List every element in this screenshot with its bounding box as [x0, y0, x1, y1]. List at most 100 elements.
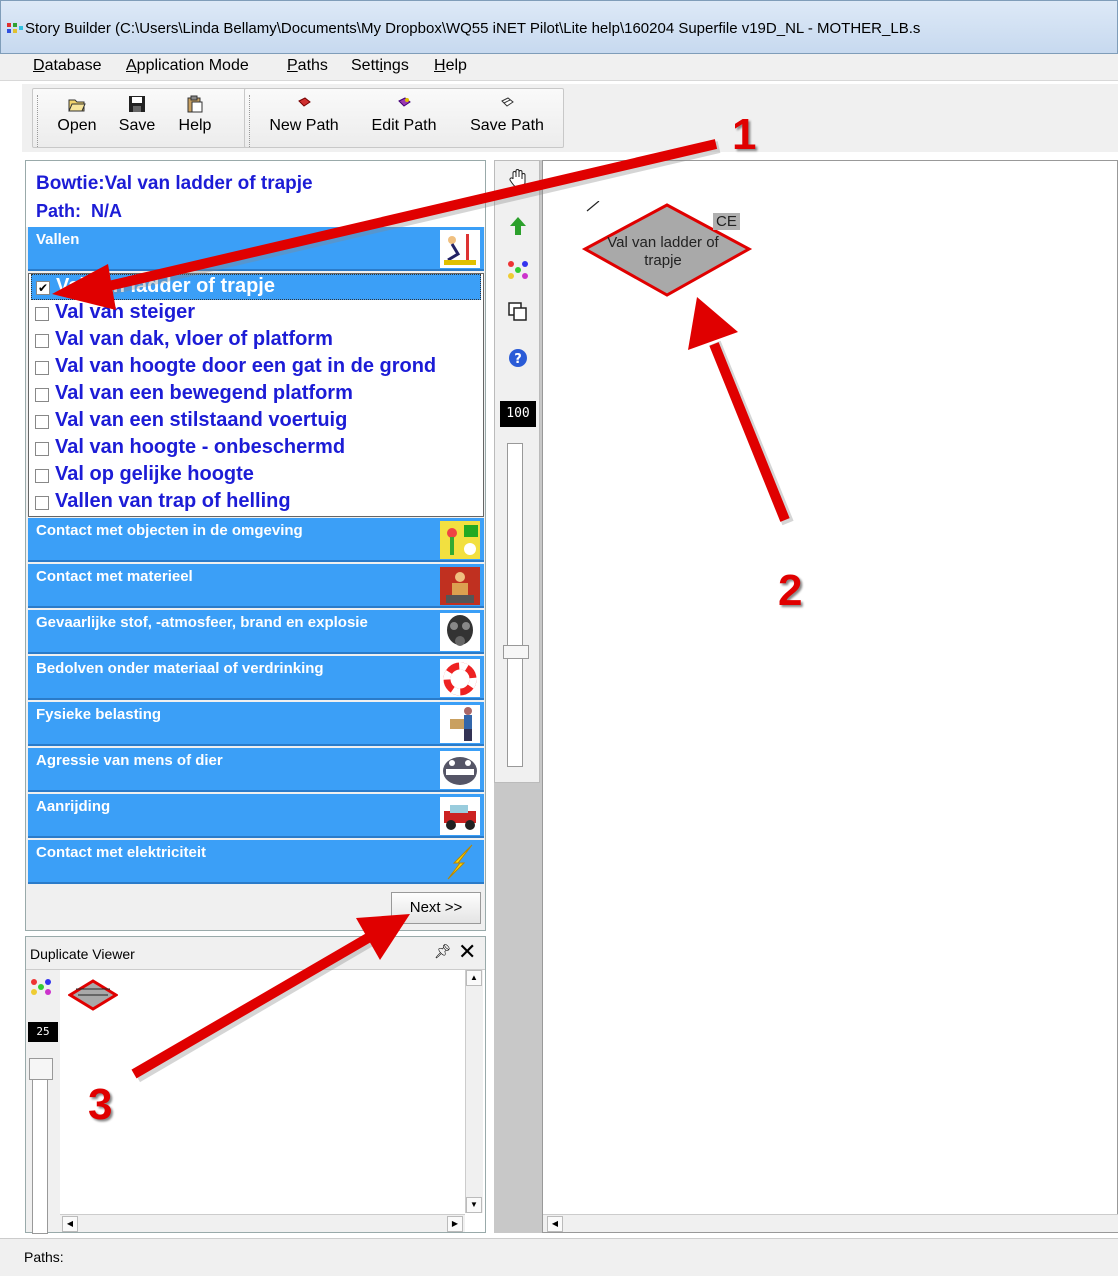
menu-settings[interactable]: Settings	[351, 57, 409, 75]
toolbar-grip[interactable]	[249, 95, 252, 147]
list-item-label: Val van ladder of trapje	[56, 275, 275, 297]
scroll-up-icon[interactable]: ▲	[466, 970, 482, 986]
list-item-label: Val van steiger	[55, 301, 196, 323]
category-elektriciteit[interactable]: Contact met elektriciteit	[28, 840, 484, 884]
list-item[interactable]: Val van een stilstaand voertuig	[31, 409, 481, 435]
path-value: N/A	[91, 201, 123, 221]
copy-icon[interactable]	[507, 301, 529, 323]
edit-path-button[interactable]: Edit Path	[359, 95, 449, 145]
duplicate-viewer-toolbar: 25	[26, 970, 60, 1234]
objects-icon	[440, 521, 480, 559]
status-bar: Paths:	[0, 1238, 1118, 1276]
list-item-label: Val op gelijke hoogte	[55, 463, 254, 485]
open-button[interactable]: Open	[53, 95, 101, 145]
zoom-slider[interactable]	[507, 443, 523, 767]
list-item[interactable]: Val op gelijke hoogte	[31, 463, 481, 489]
toolbar-grip[interactable]	[37, 95, 40, 147]
callout-number: 2	[778, 566, 803, 615]
network-icon[interactable]	[30, 978, 52, 996]
category-label: Bedolven onder materiaal of verdrinking	[36, 660, 324, 677]
node-label: Val van ladder of trapje	[607, 234, 719, 269]
zoom-slider[interactable]	[32, 1062, 48, 1234]
list-item[interactable]: Val van hoogte - onbeschermd	[31, 436, 481, 462]
book-red-icon	[298, 97, 311, 107]
checkbox[interactable]	[35, 361, 49, 375]
category-vallen[interactable]: Vallen	[28, 227, 484, 271]
list-item[interactable]: Val van hoogte door een gat in de grond	[31, 355, 481, 381]
list-item-label: Val van hoogte door een gat in de grond	[55, 355, 437, 377]
checkbox[interactable]	[35, 307, 49, 321]
pin-icon[interactable]: 📌︎	[434, 943, 452, 960]
menu-application-mode[interactable]: Application Mode	[126, 57, 249, 75]
save-path-label: Save Path	[470, 117, 544, 134]
next-label: Next >>	[409, 899, 463, 916]
menu-database[interactable]: Database	[33, 57, 102, 75]
scroll-left-icon[interactable]: ◀	[547, 1216, 563, 1232]
next-button[interactable]: Next >>	[391, 892, 481, 924]
duplicate-viewer-header: Duplicate Viewer 📌︎ ✕	[26, 937, 485, 970]
lightning-icon	[440, 843, 480, 881]
checkbox[interactable]	[35, 442, 49, 456]
list-item[interactable]: Val van een bewegend platform	[31, 382, 481, 408]
menu-help[interactable]: Help	[434, 57, 467, 75]
close-icon[interactable]: ✕	[458, 939, 476, 965]
horizontal-scrollbar[interactable]: ◀	[543, 1214, 1118, 1232]
lifebuoy-icon	[440, 659, 480, 697]
scroll-down-icon[interactable]: ▼	[466, 1197, 482, 1213]
list-item[interactable]: Val van steiger	[31, 301, 481, 327]
zoom-slider-thumb[interactable]	[503, 645, 529, 659]
checkbox-checked[interactable]: ✔	[36, 281, 50, 295]
list-item[interactable]: Vallen van trap of helling	[31, 490, 481, 516]
duplicate-thumbnail[interactable]	[68, 979, 118, 1011]
zoom-slider-thumb[interactable]	[29, 1058, 53, 1080]
category-gevaarlijke-stof[interactable]: Gevaarlijke stof, -atmosfeer, brand en e…	[28, 610, 484, 654]
checkbox[interactable]	[35, 388, 49, 402]
floppy-disk-icon	[129, 96, 145, 112]
category-aanrijding[interactable]: Aanrijding	[28, 794, 484, 838]
scroll-right-icon[interactable]: ▶	[447, 1216, 463, 1232]
new-path-button[interactable]: New Path	[259, 95, 349, 145]
gas-mask-icon	[440, 613, 480, 651]
category-agressie[interactable]: Agressie van mens of dier	[28, 748, 484, 792]
list-item-label: Vallen van trap of helling	[55, 490, 291, 512]
category-fysieke-belasting[interactable]: Fysieke belasting	[28, 702, 484, 746]
callout-number: 3	[88, 1080, 113, 1129]
node-tag: CE	[713, 213, 740, 230]
help-button[interactable]: Help	[171, 95, 219, 145]
shark-icon	[440, 751, 480, 789]
arrow-up-icon[interactable]	[507, 215, 529, 237]
scroll-left-icon[interactable]: ◀	[62, 1216, 78, 1232]
path-label: Path:	[36, 201, 81, 221]
help-icon[interactable]: ?	[507, 347, 529, 369]
new-path-label: New Path	[269, 117, 339, 134]
book-purple-icon	[398, 97, 411, 107]
checkbox[interactable]	[35, 415, 49, 429]
title-bar: Story Builder (C:\Users\Linda Bellamy\Do…	[0, 0, 1118, 54]
checkbox[interactable]	[35, 469, 49, 483]
list-item-label: Val van een stilstaand voertuig	[55, 409, 348, 431]
bowtie-canvas[interactable]: CE Val van ladder of trapje ◀	[542, 160, 1118, 1233]
category-label: Contact met materieel	[36, 568, 193, 585]
bowtie-header: Bowtie:Val van ladder of trapje Path: N/…	[26, 161, 485, 227]
book-save-icon	[501, 97, 514, 107]
menu-paths[interactable]: Paths	[287, 57, 328, 75]
category-bedolven[interactable]: Bedolven onder materiaal of verdrinking	[28, 656, 484, 700]
list-item[interactable]: Val van dak, vloer of platform	[31, 328, 481, 354]
network-icon[interactable]	[507, 259, 529, 281]
hand-pan-icon[interactable]	[507, 167, 529, 189]
category-contact-objecten[interactable]: Contact met objecten in de omgeving	[28, 518, 484, 562]
bowtie-title: Bowtie:Val van ladder of trapje	[36, 173, 313, 194]
vertical-scrollbar[interactable]: ▲ ▼	[465, 970, 483, 1213]
save-path-button[interactable]: Save Path	[457, 95, 557, 145]
horizontal-scrollbar[interactable]: ◀ ▶	[60, 1214, 465, 1232]
clipboard-icon	[187, 95, 203, 113]
lifting-icon	[440, 705, 480, 743]
category-contact-materieel[interactable]: Contact met materieel	[28, 564, 484, 608]
list-item[interactable]: ✔ Val van ladder of trapje	[31, 274, 481, 300]
save-button[interactable]: Save	[113, 95, 161, 145]
checkbox[interactable]	[35, 496, 49, 510]
list-item-label: Val van hoogte - onbeschermd	[55, 436, 346, 458]
checkbox[interactable]	[35, 334, 49, 348]
open-folder-icon	[68, 99, 86, 112]
machinery-icon	[440, 567, 480, 605]
